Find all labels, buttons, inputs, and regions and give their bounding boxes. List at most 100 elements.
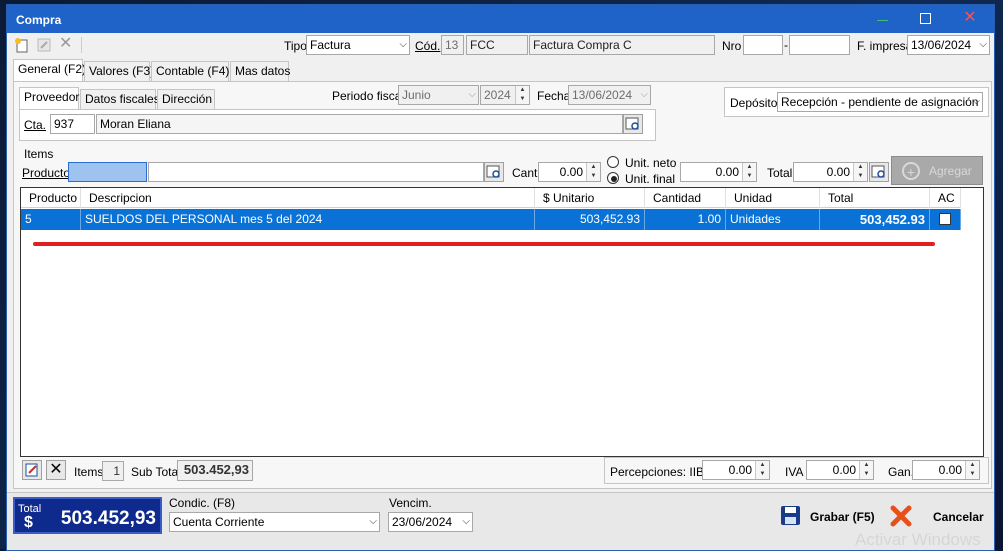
- red-annotation-line: [33, 242, 935, 246]
- agregar-button[interactable]: + Agregar: [891, 156, 983, 185]
- header-label: AC: [938, 191, 955, 205]
- column-header-descripcion[interactable]: Descripcion: [81, 188, 535, 208]
- spinner-icon: ▲ ▼: [586, 163, 600, 181]
- cta-label: Cta.: [24, 118, 47, 132]
- subtab-label: Proveedor: [24, 90, 80, 104]
- subtab-datos-fiscales[interactable]: Datos fiscales: [80, 89, 160, 109]
- cant-label: Cant.: [512, 166, 541, 180]
- gan-label: Gan.: [888, 465, 915, 479]
- nro-separator: -: [784, 38, 788, 52]
- calculator-button[interactable]: [869, 162, 889, 182]
- periodo-year-spinner[interactable]: 2024 ▲ ▼: [480, 85, 530, 105]
- perc-iibb-spinner[interactable]: 0.00 ▲ ▼: [702, 460, 770, 480]
- maximize-button[interactable]: [920, 13, 931, 24]
- close-button[interactable]: ✕: [962, 9, 978, 27]
- minimize-button[interactable]: [876, 13, 890, 25]
- table-header: Producto Descripcion $ Unitario Cantidad…: [21, 188, 961, 208]
- tab-label: Valores (F3): [89, 64, 155, 78]
- new-document-button[interactable]: [14, 37, 30, 53]
- condic-select[interactable]: Cuenta Corriente ⌵: [169, 512, 380, 532]
- tab-mas-datos[interactable]: Mas datos: [230, 61, 290, 81]
- iva-spinner[interactable]: 0.00 ▲ ▼: [806, 460, 874, 480]
- edit-icon: [25, 463, 38, 477]
- subtab-label: Dirección: [162, 92, 213, 106]
- item-total-spinner[interactable]: 0.00 ▲ ▼: [793, 162, 868, 182]
- item-total-value: 0.00: [826, 165, 850, 179]
- edit-item-button[interactable]: [22, 460, 42, 480]
- items-group-label: Items: [24, 147, 54, 161]
- periodo-label: Periodo fiscal: [332, 89, 405, 103]
- subtotal-value: 503.452,93: [183, 462, 249, 477]
- nro-number-input[interactable]: [789, 35, 850, 55]
- chevron-down-icon: ⌵: [468, 89, 476, 100]
- vencim-label: Vencim.: [389, 496, 432, 510]
- producto-code-input[interactable]: [68, 162, 147, 182]
- cell-total: 503,452.93: [820, 209, 930, 230]
- column-header-cantidad[interactable]: Cantidad: [645, 188, 726, 208]
- cell-ac: [930, 209, 961, 230]
- spinner-icon: ▲ ▼: [742, 163, 756, 181]
- radio-unit-neto-label: Unit. neto: [625, 156, 677, 170]
- cant-spinner[interactable]: 0.00 ▲ ▼: [538, 162, 601, 182]
- radio-selected-dot: [611, 176, 617, 182]
- grabar-label: Grabar (F5): [810, 510, 875, 524]
- column-header-producto[interactable]: Producto: [21, 188, 81, 208]
- gan-spinner[interactable]: 0.00 ▲ ▼: [912, 460, 980, 480]
- edit-button[interactable]: [36, 37, 52, 53]
- unit-price-value: 0.00: [715, 165, 739, 179]
- periodo-month: Junio: [402, 88, 431, 102]
- column-header-ac[interactable]: AC: [930, 188, 961, 208]
- save-icon: [781, 506, 800, 525]
- column-header-total[interactable]: Total: [820, 188, 930, 208]
- agregar-label: Agregar: [929, 164, 972, 178]
- delete-item-button[interactable]: ✕: [46, 460, 66, 480]
- radio-unit-final[interactable]: [607, 172, 619, 184]
- table-row[interactable]: 5 SUELDOS DEL PERSONAL mes 5 del 2024 50…: [21, 209, 961, 230]
- delete-button[interactable]: ✕: [59, 36, 75, 52]
- cta-value: 937: [54, 117, 75, 131]
- periodo-year: 2024: [484, 88, 511, 102]
- tab-general[interactable]: General (F2): [13, 59, 86, 81]
- fecha-label: Fecha: [537, 89, 571, 103]
- column-header-unitario[interactable]: $ Unitario: [535, 188, 645, 208]
- producto-search-button[interactable]: [484, 162, 504, 182]
- cod-code: FCC: [470, 38, 495, 52]
- tipo-select[interactable]: Factura ⌵: [306, 35, 410, 55]
- nro-prefix-input[interactable]: [743, 35, 783, 55]
- subtab-proveedor[interactable]: Proveedor: [19, 87, 79, 109]
- chevron-down-icon: ⌵: [972, 96, 980, 107]
- fecha-date-picker[interactable]: 13/06/2024 ⌵: [568, 85, 651, 105]
- main-tabs: General (F2) Valores (F3) Contable (F4) …: [13, 59, 313, 81]
- fimpresa-date-picker[interactable]: 13/06/2024 ⌵: [907, 35, 990, 55]
- column-header-unidad[interactable]: Unidad: [726, 188, 820, 208]
- unit-price-spinner[interactable]: 0.00 ▲ ▼: [680, 162, 757, 182]
- iva-value: 0.00: [832, 463, 856, 477]
- iva-label: IVA: [785, 465, 804, 479]
- deposito-select[interactable]: Recepción - pendiente de asignación ⌵: [777, 92, 983, 112]
- tab-valores[interactable]: Valores (F3): [84, 61, 154, 81]
- minimize-icon: [877, 20, 888, 21]
- total-panel: Total $ 503.452,93: [13, 497, 162, 534]
- radio-unit-neto[interactable]: [607, 156, 619, 168]
- fimpresa-value: 13/06/2024: [911, 38, 972, 52]
- ac-checkbox[interactable]: [939, 213, 951, 225]
- grabar-button[interactable]: Grabar (F5): [777, 502, 877, 530]
- tab-label: Contable (F4): [156, 64, 230, 78]
- items-count-value: 1: [113, 464, 120, 478]
- vencim-date-picker[interactable]: 23/06/2024 ⌵: [388, 512, 473, 532]
- activation-watermark: Activar Windows: [855, 530, 981, 549]
- chevron-down-icon: ⌵: [462, 516, 470, 527]
- header-label: Total: [828, 191, 854, 205]
- producto-description-input[interactable]: [148, 162, 484, 182]
- cell-cantidad: 1.00: [645, 209, 726, 230]
- spinner-icon: ▲ ▼: [965, 461, 979, 479]
- cancelar-button[interactable]: Cancelar: [887, 502, 984, 530]
- add-icon: +: [902, 162, 920, 180]
- tab-contable[interactable]: Contable (F4): [151, 61, 229, 81]
- search-icon: [486, 165, 500, 178]
- search-icon: [625, 117, 639, 130]
- cta-input[interactable]: 937: [50, 114, 95, 134]
- subtab-direccion[interactable]: Dirección: [157, 89, 215, 109]
- periodo-month-select[interactable]: Junio ⌵: [398, 85, 479, 105]
- proveedor-search-button[interactable]: [623, 114, 643, 134]
